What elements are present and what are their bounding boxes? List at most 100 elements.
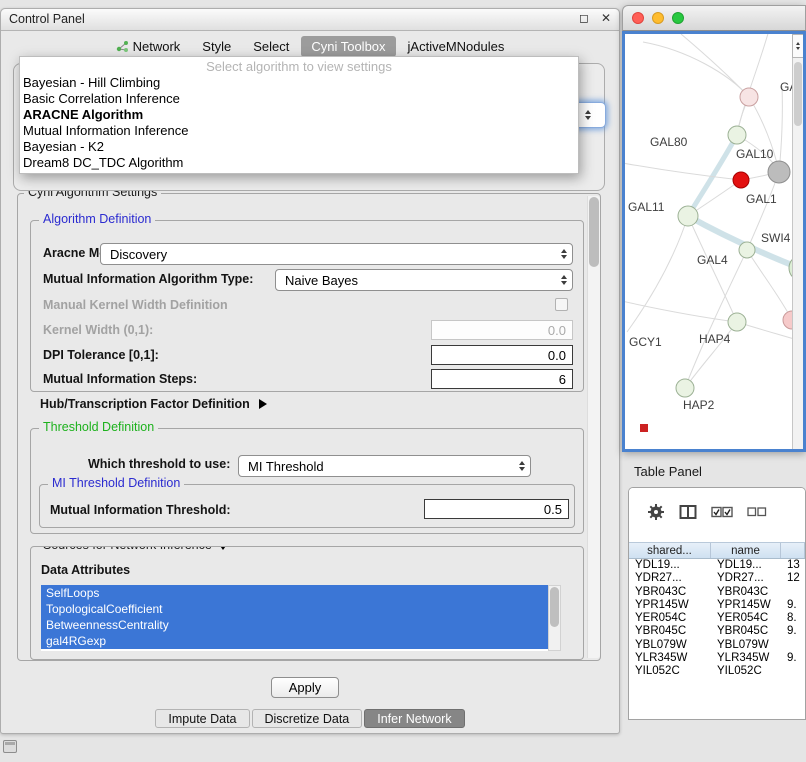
bottom-tab-impute-data[interactable]: Impute Data <box>155 709 249 728</box>
table-row[interactable]: YBL079WYBL079W <box>629 639 805 652</box>
attribute-item-gal4rgexp[interactable]: gal4RGexp <box>41 633 548 649</box>
gear-icon[interactable] <box>647 503 665 521</box>
network-icon <box>116 41 129 52</box>
algorithm-definition-title: Algorithm Definition <box>39 212 155 226</box>
node-label: GAL4 <box>697 253 728 267</box>
float-window-icon[interactable]: ◻ <box>577 11 591 25</box>
tab-select[interactable]: Select <box>243 36 299 57</box>
table-toolbar <box>629 488 805 536</box>
scrollbar-arrows-icon[interactable] <box>792 34 804 58</box>
mi-steps-input[interactable]: 6 <box>431 369 573 389</box>
menu-item-bayesian-hill-climbing[interactable]: Bayesian - Hill Climbing <box>20 75 578 91</box>
sources-group-title[interactable]: Sources for Network Inference <box>39 546 232 552</box>
table-row[interactable]: YBR045CYBR045C9. <box>629 625 805 638</box>
control-panel-titlebar[interactable]: Control Panel ◻ ✕ <box>1 9 619 31</box>
which-threshold-select[interactable]: MI Threshold <box>238 455 531 477</box>
menu-item-basic-correlation-inference[interactable]: Basic Correlation Inference <box>20 91 578 107</box>
network-edge[interactable] <box>625 162 741 180</box>
node-label: GAL10 <box>736 147 774 161</box>
network-canvas[interactable]: GALGAL80GAL10GAL11GAL1SWI4GAL4GCY1HAP4YH… <box>622 31 806 452</box>
columns-icon[interactable] <box>679 504 697 520</box>
table-row[interactable]: YBR043CYBR043C <box>629 586 805 599</box>
control-panel-window: Control Panel ◻ ✕ NetworkStyleSelectCyni… <box>0 8 620 734</box>
table-row[interactable]: YER054CYER054C8. <box>629 612 805 625</box>
network-edge[interactable] <box>779 86 782 172</box>
mi-threshold-input[interactable]: 0.5 <box>424 499 569 519</box>
table-header-row: shared...name <box>629 542 805 559</box>
threshold-definition-title: Threshold Definition <box>39 420 158 434</box>
panel-dock-icon[interactable] <box>3 740 17 753</box>
table-row[interactable]: YIL052CYIL052C <box>629 665 805 678</box>
hub-definition-toggle[interactable]: Hub/Transcription Factor Definition <box>40 397 267 411</box>
minimize-traffic-light-icon[interactable] <box>652 12 664 24</box>
tab-style[interactable]: Style <box>192 36 241 57</box>
bottom-tab-bar: Impute DataDiscretize DataInfer Network <box>1 709 619 728</box>
menu-item-mutual-information-inference[interactable]: Mutual Information Inference <box>20 123 578 139</box>
unchecked-columns-icon[interactable] <box>747 507 767 517</box>
manual-kernel-width-checkbox[interactable] <box>555 298 568 311</box>
close-window-icon[interactable]: ✕ <box>599 11 613 25</box>
network-edge[interactable] <box>627 216 688 332</box>
tab-jactivemnodules[interactable]: jActiveMNodules <box>398 36 515 57</box>
zoom-traffic-light-icon[interactable] <box>672 12 684 24</box>
network-scrollbar[interactable] <box>792 34 803 449</box>
column-header[interactable]: name <box>711 543 781 558</box>
network-node[interactable] <box>678 206 698 226</box>
combo-down-arrow-icon <box>585 116 591 120</box>
network-node[interactable] <box>676 379 694 397</box>
network-node[interactable] <box>739 242 755 258</box>
settings-scrollbar[interactable] <box>587 196 600 658</box>
kernel-width-input[interactable]: 0.0 <box>431 320 573 340</box>
data-attributes-label: Data Attributes <box>41 563 130 577</box>
attributes-scrollbar-thumb[interactable] <box>550 587 559 627</box>
table-cell: YPR145W <box>629 599 711 612</box>
network-node[interactable] <box>728 313 746 331</box>
menu-item-dream8-dc-tdc-algorithm[interactable]: Dream8 DC_TDC Algorithm <box>20 155 578 171</box>
algorithm-dropdown-menu: Select algorithm to view settings Bayesi… <box>19 56 579 174</box>
column-header[interactable] <box>781 543 805 558</box>
mi-algorithm-type-select[interactable]: Naive Bayes <box>275 269 573 291</box>
attribute-item-betweennesscentrality[interactable]: BetweennessCentrality <box>41 617 548 633</box>
tab-network[interactable]: Network <box>106 36 191 57</box>
network-scrollbar-thumb[interactable] <box>794 62 802 126</box>
table-cell: YIL052C <box>629 665 711 678</box>
attributes-scrollbar[interactable] <box>548 585 561 651</box>
table-row[interactable]: YPR145WYPR145W9. <box>629 599 805 612</box>
network-edge[interactable] <box>688 135 737 216</box>
menu-item-aracne-algorithm[interactable]: ARACNE Algorithm <box>20 107 578 123</box>
mi-algorithm-type-value: Naive Bayes <box>285 273 358 288</box>
combo-arrows-icon <box>561 270 567 290</box>
column-header[interactable]: shared... <box>629 543 711 558</box>
table-row[interactable]: YDL19...YDL19...13 <box>629 559 805 572</box>
dpi-tolerance-input[interactable]: 0.0 <box>431 345 573 365</box>
combo-arrows-icon <box>561 244 567 264</box>
bottom-tab-discretize-data[interactable]: Discretize Data <box>252 709 363 728</box>
manual-kernel-width-label: Manual Kernel Width Definition <box>43 298 228 312</box>
network-node[interactable] <box>733 172 749 188</box>
close-traffic-light-icon[interactable] <box>632 12 644 24</box>
data-attributes-list[interactable]: SelfLoopsTopologicalCoefficientBetweenne… <box>41 585 548 651</box>
selection-marker[interactable] <box>640 424 648 432</box>
checked-columns-icon[interactable] <box>711 506 733 518</box>
network-window-titlebar[interactable] <box>622 5 806 31</box>
network-node[interactable] <box>728 126 746 144</box>
network-node[interactable] <box>768 161 790 183</box>
tab-cyni-toolbox[interactable]: Cyni Toolbox <box>301 36 395 57</box>
attribute-item-selfloops[interactable]: SelfLoops <box>41 585 548 601</box>
network-node[interactable] <box>740 88 758 106</box>
aracne-mode-select[interactable]: Discovery <box>100 243 573 265</box>
which-threshold-value: MI Threshold <box>248 459 324 474</box>
collapsed-arrow-icon <box>259 399 267 409</box>
menu-item-bayesian-k2[interactable]: Bayesian - K2 <box>20 139 578 155</box>
table-row[interactable]: YLR345WYLR345W9. <box>629 652 805 665</box>
table-cell: YBL079W <box>629 639 711 652</box>
attribute-item-topologicalcoefficient[interactable]: TopologicalCoefficient <box>41 601 548 617</box>
settings-scrollbar-thumb[interactable] <box>589 197 599 267</box>
apply-button[interactable]: Apply <box>271 677 339 698</box>
network-edge[interactable] <box>681 34 749 97</box>
bottom-tab-infer-network[interactable]: Infer Network <box>364 709 464 728</box>
network-edge[interactable] <box>737 34 769 135</box>
table-row[interactable]: YDR27...YDR27...12 <box>629 572 805 585</box>
network-edge[interactable] <box>643 42 749 97</box>
network-graph[interactable]: GALGAL80GAL10GAL11GAL1SWI4GAL4GCY1HAP4YH… <box>625 34 795 449</box>
